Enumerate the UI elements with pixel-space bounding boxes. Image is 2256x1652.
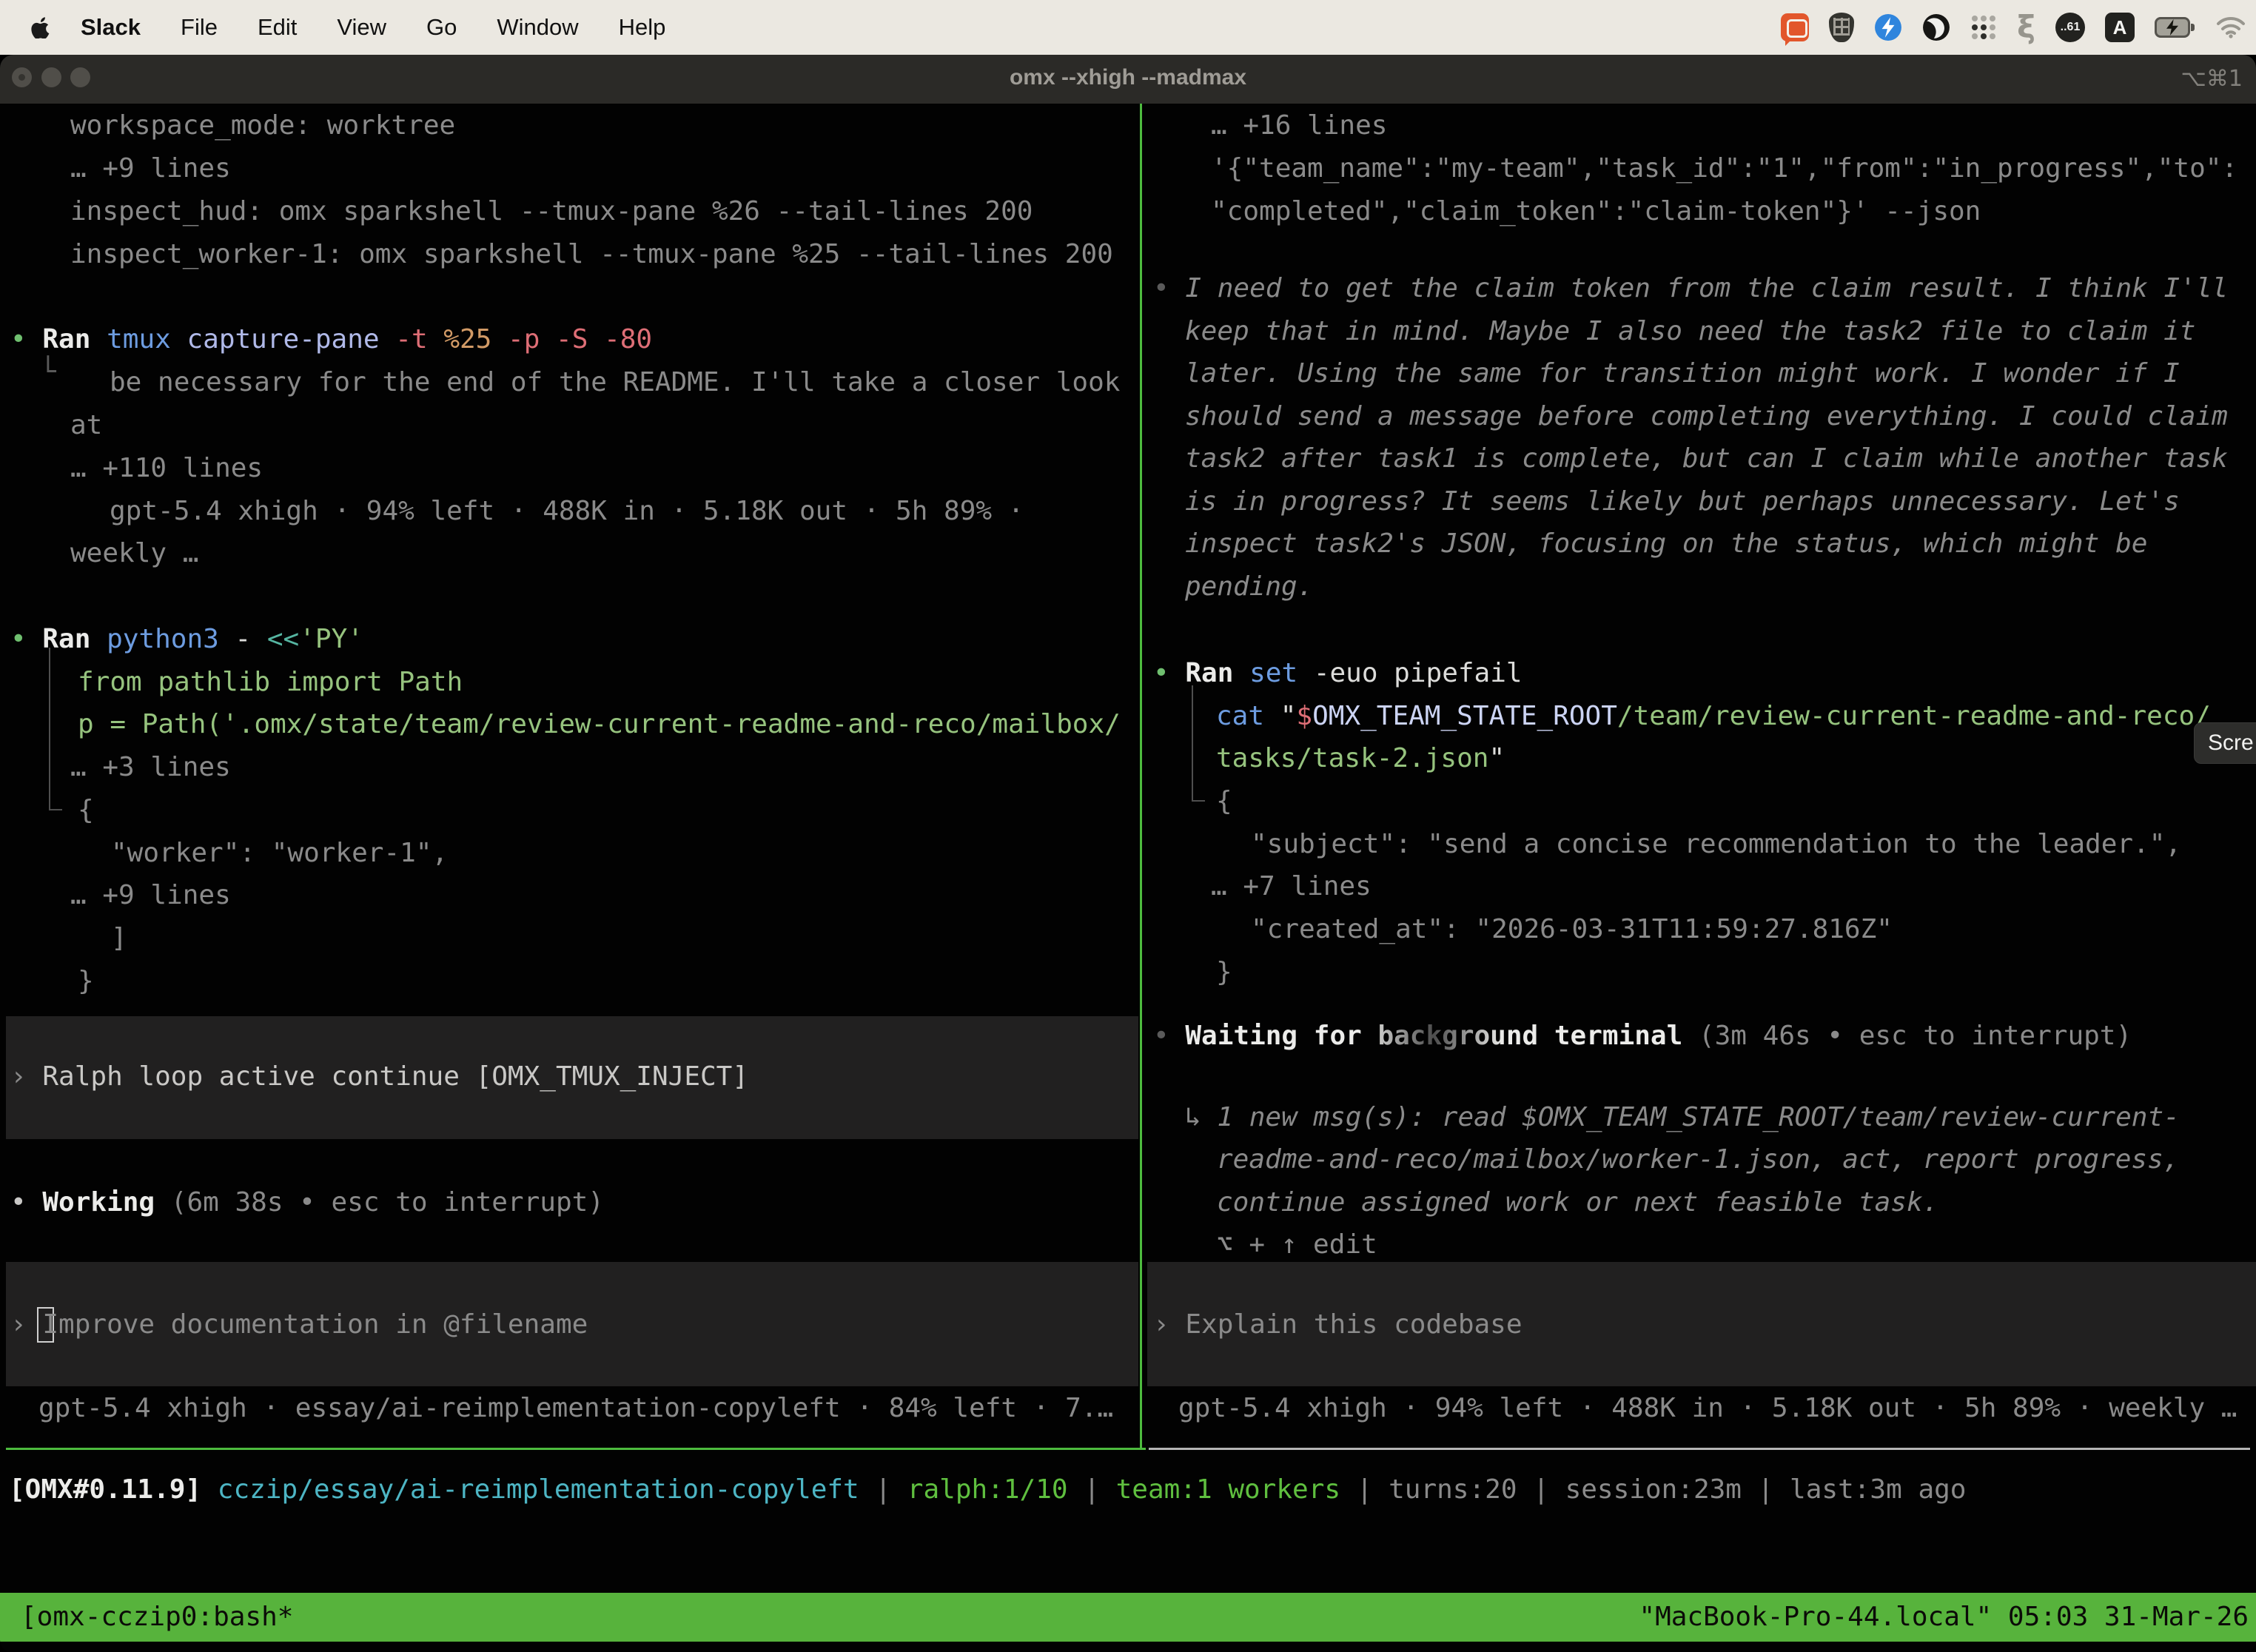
output-line: "completed","claim_token":"claim-token"}… [1211, 190, 1981, 233]
thinking-line: task2 after task1 is complete, but can I… [1185, 437, 2228, 480]
working-status-line: • Working (6m 38s • esc to interrupt) [10, 1181, 604, 1224]
window-title: omx --xhigh --madmax [0, 65, 2256, 90]
menu-go[interactable]: Go [406, 14, 477, 41]
output-line: { [1216, 780, 1232, 823]
collapsed-lines-indicator: … +16 lines [1211, 104, 1387, 147]
thinking-line: keep that in mind. Maybe I also need the… [1185, 310, 2195, 353]
thinking-line: is in progress? It seems likely but perh… [1185, 480, 2180, 523]
pane-divider[interactable] [1140, 104, 1142, 1450]
dots-grid-icon[interactable] [1970, 14, 1997, 41]
output-line: } [1216, 951, 1232, 994]
output-tree-guide [1192, 685, 1193, 802]
output-tree-guide [49, 648, 50, 810]
squiggle-app-icon[interactable]: ξ [2017, 14, 2035, 41]
prompt-chevron-icon: › [10, 1309, 27, 1340]
command-line: tasks/task-2.json" [1216, 737, 1505, 780]
collapsed-lines-indicator: … +9 lines [70, 874, 231, 917]
macos-menu-bar: Slack File Edit View Go Window Help ξ ..… [0, 0, 2256, 55]
output-line: "subject": "send a concise recommendatio… [1251, 823, 2181, 866]
bullet-icon: • [1153, 273, 1169, 303]
output-line: "created_at": "2026-03-31T11:59:27.816Z" [1251, 908, 1893, 951]
bullet-icon: • [1153, 658, 1169, 688]
elbow-connector-icon: └ [40, 351, 56, 394]
output-line: gpt-5.4 xhigh · 94% left · 488K in · 5.1… [110, 490, 1024, 533]
output-line: be necessary for the end of the README. … [110, 361, 1120, 404]
menu-app-name[interactable]: Slack [61, 14, 161, 41]
model-status-line: gpt-5.4 xhigh · 94% left · 488K in · 5.1… [1178, 1387, 2237, 1430]
bullet-icon: • [10, 324, 27, 355]
privacy-shield-icon[interactable] [1829, 13, 1854, 42]
waiting-status-line: • Waiting for background terminal (3m 46… [1153, 1015, 2132, 1058]
screen-overlay-tooltip: Scre [2194, 722, 2256, 764]
ralph-loop-line: › Ralph loop active continue [OMX_TMUX_I… [10, 1055, 748, 1098]
thinking-line: later. Using the same for transition mig… [1185, 352, 2180, 395]
ran-command-line: • Ran set -euo pipefail [1153, 652, 1523, 695]
thinking-line: inspect task2's JSON, focusing on the st… [1185, 523, 2147, 565]
code-line: p = Path('.omx/state/team/review-current… [78, 703, 1121, 746]
active-pane-border [6, 1448, 1146, 1450]
output-line: { [78, 789, 94, 832]
output-line: ] [111, 917, 127, 960]
window-title-bar[interactable]: omx --xhigh --madmax ⌥⌘1 [0, 55, 2256, 104]
collapsed-lines-indicator: … +110 lines [70, 447, 263, 490]
output-line: } [78, 960, 94, 1003]
bullet-icon: • [10, 624, 27, 654]
mailbox-message-line: readme-and-reco/mailbox/worker-1.json, a… [1217, 1138, 2179, 1181]
tmux-host-clock: "MacBook-Pro-44.local" 05:03 31-Mar-26 [1639, 1593, 2249, 1642]
command-line: cat "$OMX_TEAM_STATE_ROOT/team/review-cu… [1216, 695, 2211, 738]
thinking-line: • I need to get the claim token from the… [1153, 267, 2228, 310]
suggestion-line[interactable]: › Explain this codebase [1153, 1303, 1523, 1346]
omx-status-bar: [OMX#0.11.9] cczip/essay/ai-reimplementa… [9, 1468, 1966, 1511]
inactive-pane-border [1149, 1448, 2250, 1450]
countdown-badge-icon[interactable]: ..61 [2055, 13, 2085, 42]
battery-charging-icon[interactable] [2155, 17, 2196, 38]
output-line: '{"team_name":"my-team","task_id":"1","f… [1211, 147, 2237, 190]
ran-command-line: • Ran python3 - <<'PY' [10, 618, 363, 661]
moon-app-icon[interactable] [1922, 13, 1950, 41]
code-line: from pathlib import Path [78, 661, 463, 704]
output-line: weekly … [70, 532, 198, 575]
mailbox-message-line: continue assigned work or next feasible … [1217, 1181, 1938, 1224]
menu-file[interactable]: File [161, 14, 238, 41]
edit-hint-line: ⌥ + ↑ edit [1217, 1223, 1377, 1266]
prompt-input-line[interactable]: › Improve documentation in @filename [10, 1303, 588, 1346]
chat-bubble-icon[interactable] [1781, 13, 1809, 41]
prompt-chevron-icon: › [10, 1061, 27, 1092]
terminal-window: omx --xhigh --madmax ⌥⌘1 workspace_mode:… [0, 55, 2256, 1652]
apple-menu-icon[interactable] [21, 16, 61, 38]
menu-edit[interactable]: Edit [238, 14, 317, 41]
ran-command-line: • Ran tmux capture-pane -t %25 -p -S -80 [10, 318, 652, 361]
arrow-icon: ↳ [1185, 1102, 1201, 1132]
thinking-line: pending. [1185, 565, 1313, 608]
mailbox-message-line: ↳ 1 new msg(s): read $OMX_TEAM_STATE_ROO… [1185, 1096, 2180, 1139]
prompt-chevron-icon: › [1153, 1309, 1169, 1340]
menu-window[interactable]: Window [477, 14, 598, 41]
collapsed-lines-indicator: … +9 lines [70, 147, 231, 190]
tmux-session-label: [omx-cczip0:bash* [21, 1593, 293, 1642]
menu-view[interactable]: View [317, 14, 406, 41]
output-line: at [70, 404, 102, 447]
model-status-line: gpt-5.4 xhigh · essay/ai-reimplementatio… [38, 1387, 1113, 1430]
letter-a-app-icon[interactable]: A [2105, 13, 2135, 42]
output-line: "worker": "worker-1", [111, 832, 448, 875]
bullet-icon: • [1153, 1021, 1169, 1051]
wifi-icon[interactable] [2216, 16, 2246, 39]
bullet-icon: • [10, 1187, 27, 1218]
output-line: inspect_hud: omx sparkshell --tmux-pane … [70, 190, 1033, 233]
collapsed-lines-indicator: … +3 lines [70, 746, 231, 789]
menu-help[interactable]: Help [599, 14, 686, 41]
output-line: inspect_worker-1: omx sparkshell --tmux-… [70, 233, 1113, 276]
input-placeholder: Improve documentation in @filename [42, 1309, 588, 1340]
bolt-app-icon[interactable] [1874, 13, 1902, 41]
tmux-status-bar[interactable]: [omx-cczip0:bash* "MacBook-Pro-44.local"… [0, 1593, 2256, 1642]
thinking-line: should send a message before completing … [1185, 395, 2228, 438]
window-shortcut-badge: ⌥⌘1 [2181, 66, 2243, 92]
collapsed-lines-indicator: … +7 lines [1211, 865, 1372, 908]
output-line: workspace_mode: worktree [70, 104, 455, 147]
